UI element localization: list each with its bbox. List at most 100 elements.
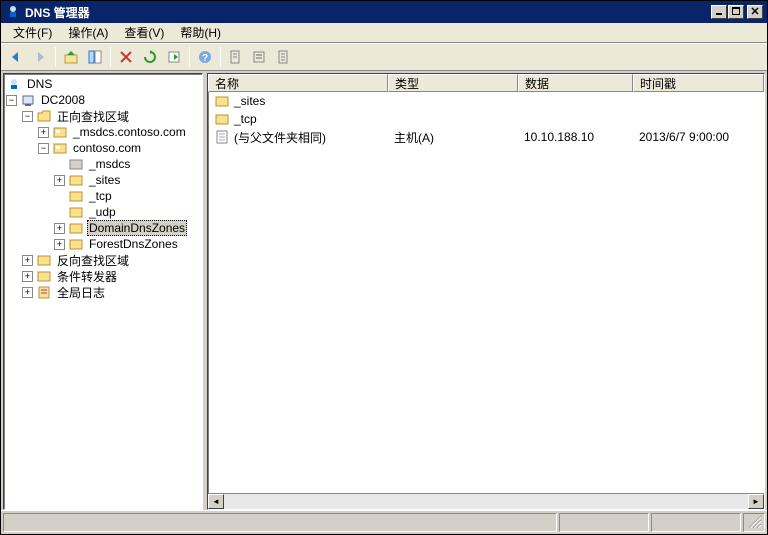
zone-icon [52, 141, 68, 155]
tree-node-udp[interactable]: _udp [6, 204, 200, 220]
status-extra-1 [559, 513, 649, 532]
expand-icon[interactable]: + [22, 255, 33, 266]
list-body[interactable]: _sites _tcp [208, 92, 764, 493]
minimize-button[interactable] [711, 5, 727, 19]
collapse-icon[interactable]: − [38, 143, 49, 154]
svg-text:?: ? [202, 53, 208, 64]
expand-icon[interactable]: + [22, 271, 33, 282]
list-pane: 名称 类型 数据 时间戳 _sites [207, 73, 765, 510]
collapse-icon[interactable]: − [22, 111, 33, 122]
forward-button[interactable] [29, 46, 51, 68]
dns-icon [6, 77, 22, 91]
tree-node-domaindns[interactable]: + DomainDnsZones [6, 220, 200, 236]
export-button[interactable] [163, 46, 185, 68]
tree-node-global-log[interactable]: + 全局日志 [6, 284, 200, 300]
tree-label: _udp [87, 205, 118, 219]
tree-label: _sites [87, 173, 122, 187]
menu-action[interactable]: 操作(A) [60, 22, 116, 43]
horizontal-scrollbar[interactable]: ◄ ► [208, 493, 764, 509]
titlebar: DNS 管理器 [1, 1, 767, 23]
expand-icon[interactable]: + [54, 239, 65, 250]
column-data[interactable]: 数据 [518, 74, 633, 92]
refresh-button[interactable] [139, 46, 161, 68]
tree-node-zone-contoso[interactable]: − contoso.com [6, 140, 200, 156]
content-area: DNS − DC2008 − 正向查找区域 + _msdcs. [1, 71, 767, 510]
folder-icon [68, 237, 84, 251]
menu-file[interactable]: 文件(F) [5, 22, 60, 43]
list-row[interactable]: _sites [208, 92, 764, 110]
tree-node-fwd-zone[interactable]: − 正向查找区域 [6, 108, 200, 124]
cell-timestamp: 2013/6/7 9:00:00 [639, 130, 729, 144]
scroll-track[interactable] [224, 494, 748, 509]
cell-name: _tcp [234, 112, 257, 126]
expand-icon[interactable]: + [22, 287, 33, 298]
status-extra-2 [651, 513, 741, 532]
statusbar [1, 510, 767, 534]
tree-label: DNS [25, 77, 54, 91]
tool-extra-3[interactable] [273, 46, 295, 68]
folder-open-icon [36, 109, 52, 123]
record-icon [214, 130, 230, 144]
help-button[interactable]: ? [194, 46, 216, 68]
toolbar-separator [110, 47, 111, 67]
tool-extra-1[interactable] [225, 46, 247, 68]
scroll-left-button[interactable]: ◄ [208, 494, 224, 509]
menu-view[interactable]: 查看(V) [116, 22, 172, 43]
app-icon [5, 4, 21, 20]
menubar: 文件(F) 操作(A) 查看(V) 帮助(H) [1, 23, 767, 43]
tree-node-server[interactable]: − DC2008 [6, 92, 200, 108]
up-button[interactable] [60, 46, 82, 68]
cell-data: 10.10.188.10 [524, 130, 594, 144]
app-window: DNS 管理器 文件(F) 操作(A) 查看(V) 帮助(H) ? [0, 0, 768, 535]
folder-icon [214, 112, 230, 126]
expand-icon[interactable]: + [38, 127, 49, 138]
tree-label: DC2008 [39, 93, 87, 107]
resize-grip[interactable] [743, 513, 765, 532]
tree-node-root[interactable]: DNS [6, 76, 200, 92]
expand-icon[interactable]: + [54, 175, 65, 186]
tool-extra-2[interactable] [249, 46, 271, 68]
collapse-icon[interactable]: − [6, 95, 17, 106]
menu-help[interactable]: 帮助(H) [172, 22, 229, 43]
cell-name: _sites [234, 94, 265, 108]
column-type[interactable]: 类型 [388, 74, 518, 92]
delete-button[interactable] [115, 46, 137, 68]
tree-node-sites[interactable]: + _sites [6, 172, 200, 188]
back-button[interactable] [5, 46, 27, 68]
list-row[interactable]: (与父文件夹相同) 主机(A) 10.10.188.10 2013/6/7 9:… [208, 128, 764, 146]
close-button[interactable] [747, 5, 763, 19]
toolbar-separator [189, 47, 190, 67]
toolbar-separator [55, 47, 56, 67]
folder-icon [68, 189, 84, 203]
show-hide-tree-button[interactable] [84, 46, 106, 68]
expand-icon[interactable]: + [54, 223, 65, 234]
column-timestamp[interactable]: 时间戳 [633, 74, 764, 92]
gray-folder-icon [68, 157, 84, 171]
window-buttons [711, 5, 763, 19]
zone-icon [52, 125, 68, 139]
tree-pane[interactable]: DNS − DC2008 − 正向查找区域 + _msdcs. [3, 73, 203, 510]
tree-label: 正向查找区域 [55, 108, 131, 125]
tree-label: contoso.com [71, 141, 143, 155]
column-name[interactable]: 名称 [208, 74, 388, 92]
folder-icon [214, 94, 230, 108]
tree-label: 反向查找区域 [55, 252, 131, 269]
tree-node-zone-msdcs[interactable]: + _msdcs.contoso.com [6, 124, 200, 140]
tree-node-cond-fwd[interactable]: + 条件转发器 [6, 268, 200, 284]
tree-label: _msdcs.contoso.com [71, 125, 188, 139]
folder-icon [68, 205, 84, 219]
folder-icon [68, 221, 84, 235]
tree-label: 条件转发器 [55, 268, 119, 285]
tree-label: _msdcs [87, 157, 132, 171]
window-title: DNS 管理器 [25, 4, 711, 21]
list-header: 名称 类型 数据 时间戳 [208, 74, 764, 92]
list-row[interactable]: _tcp [208, 110, 764, 128]
tree-node-msdcs[interactable]: _msdcs [6, 156, 200, 172]
scroll-right-button[interactable]: ► [748, 494, 764, 509]
tree-node-tcp[interactable]: _tcp [6, 188, 200, 204]
tree-node-rev-zone[interactable]: + 反向查找区域 [6, 252, 200, 268]
tree-node-forestdns[interactable]: + ForestDnsZones [6, 236, 200, 252]
cell-name: (与父文件夹相同) [234, 129, 326, 146]
toolbar-separator [220, 47, 221, 67]
maximize-button[interactable] [728, 5, 744, 19]
